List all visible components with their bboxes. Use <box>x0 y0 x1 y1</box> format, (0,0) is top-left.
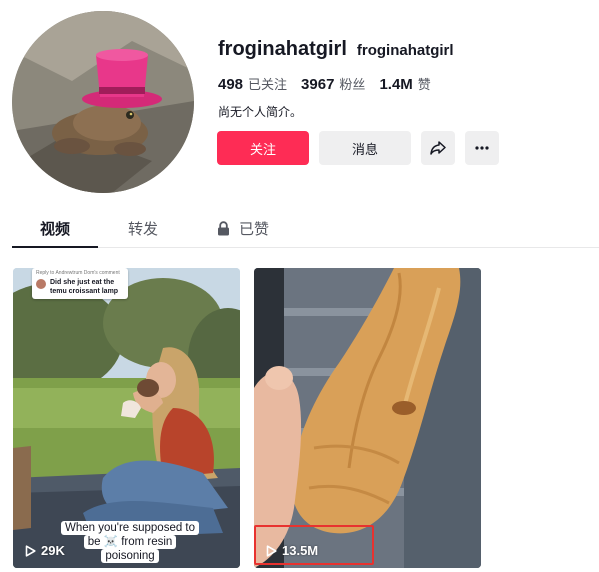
reply-text: Did she just eat the temu croissant lamp <box>50 279 119 295</box>
lock-icon <box>217 221 229 236</box>
stat-following[interactable]: 498 已关注 <box>218 74 287 93</box>
video-caption: When you're supposed to be ☠️ from resin… <box>59 521 201 563</box>
share-arrow-icon <box>430 141 446 155</box>
more-button[interactable] <box>465 131 499 165</box>
play-icon <box>266 544 277 557</box>
profile-nickname: froginahatgirl <box>356 42 454 59</box>
stat-likes: 1.4M 赞 <box>379 74 430 93</box>
play-icon <box>25 544 36 557</box>
video-card[interactable]: 13.5M <box>254 268 481 568</box>
tab-videos[interactable]: 视频 <box>12 210 98 248</box>
video-thumbnail <box>254 268 481 568</box>
profile-username: froginahatgirl <box>218 38 347 60</box>
stat-following-label: 已关注 <box>248 78 288 93</box>
stat-likes-label: 赞 <box>417 78 431 93</box>
profile-actions: 关注 消息 <box>217 131 499 165</box>
stat-followers-count: 3967 <box>301 76 335 93</box>
stat-followers-label: 粉丝 <box>339 78 366 93</box>
view-count-value: 29K <box>41 543 65 558</box>
profile-names: froginahatgirl froginahatgirl <box>218 38 454 61</box>
tab-liked[interactable]: 已赞 <box>208 210 278 247</box>
reply-avatar <box>36 279 46 289</box>
profile-tabs: 视频 转发 已赞 <box>12 210 599 248</box>
reply-header: Reply to Andrewtrum Dom's comment <box>36 270 120 276</box>
tab-liked-label: 已赞 <box>238 220 269 238</box>
follow-button[interactable]: 关注 <box>217 131 309 165</box>
tab-reposts[interactable]: 转发 <box>108 210 178 247</box>
view-count-value: 13.5M <box>282 543 319 558</box>
stat-followers[interactable]: 3967 粉丝 <box>301 74 365 93</box>
stat-likes-count: 1.4M <box>379 76 413 93</box>
message-button[interactable]: 消息 <box>319 131 411 165</box>
video-caption-text: When you're supposed to be ☠️ from resin… <box>60 521 200 563</box>
profile-bio: 尚无个人简介。 <box>218 105 303 119</box>
stat-following-count: 498 <box>218 76 244 93</box>
view-count: 29K <box>25 543 65 558</box>
more-dots-icon <box>475 146 489 150</box>
video-card[interactable]: Reply to Andrewtrum Dom's comment Did sh… <box>13 268 240 568</box>
frog-with-pink-top-hat-icon <box>12 11 194 193</box>
share-button[interactable] <box>421 131 455 165</box>
reply-bubble: Reply to Andrewtrum Dom's comment Did sh… <box>32 268 128 299</box>
profile-stats: 498 已关注 3967 粉丝 1.4M 赞 <box>218 74 445 93</box>
avatar[interactable] <box>12 11 194 193</box>
view-count: 13.5M <box>266 543 318 558</box>
